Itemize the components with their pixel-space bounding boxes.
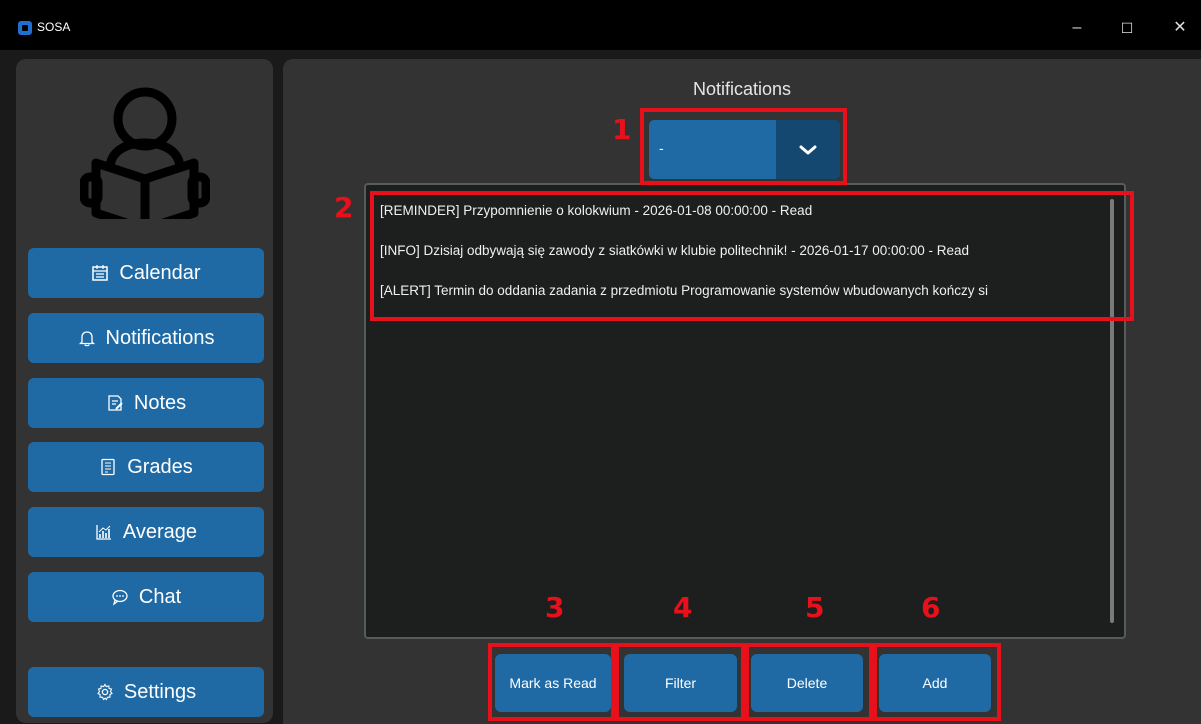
list-item[interactable]: [INFO] Dzisiaj odbywają się zawody z sia…	[380, 243, 1092, 258]
sidebar-item-notes[interactable]: Notes	[28, 378, 264, 428]
list-item[interactable]: [ALERT] Termin do oddania zadania z prze…	[380, 283, 1092, 298]
sidebar: Calendar Notifications Notes Grades Aver…	[16, 59, 273, 723]
sidebar-item-label: Chat	[138, 585, 182, 608]
minimize-button[interactable]: –	[1057, 14, 1097, 42]
note-icon	[108, 395, 123, 411]
list-item[interactable]: [REMINDER] Przypomnienie o kolokwium - 2…	[380, 203, 1092, 218]
title-bar: SOSA – ☐ ✕	[0, 0, 1201, 50]
dropdown-toggle[interactable]	[776, 120, 840, 179]
sidebar-item-calendar[interactable]: Calendar	[28, 248, 264, 298]
sidebar-item-settings[interactable]: Settings	[28, 667, 264, 717]
annotation-number-6: 6	[921, 591, 941, 624]
bell-icon	[78, 331, 95, 347]
filter-dropdown[interactable]: -	[649, 120, 840, 179]
maximize-button[interactable]: ☐	[1107, 14, 1147, 42]
close-button[interactable]: ✕	[1160, 14, 1200, 42]
sidebar-item-label: Settings	[123, 680, 197, 703]
sidebar-item-label: Notes	[133, 391, 187, 414]
delete-button[interactable]: Delete	[751, 654, 863, 712]
main-panel: Notifications - [REMINDER] Przypomnienie…	[283, 59, 1201, 724]
sidebar-item-average[interactable]: Average	[28, 507, 264, 557]
window-title: SOSA	[37, 20, 71, 34]
sidebar-item-label: Average	[122, 520, 198, 543]
app-icon	[18, 21, 32, 35]
annotation-number-1: 1	[612, 113, 632, 146]
sidebar-item-label: Grades	[127, 455, 193, 478]
add-button[interactable]: Add	[879, 654, 991, 712]
notifications-list[interactable]: [REMINDER] Przypomnienie o kolokwium - 2…	[364, 183, 1126, 639]
chevron-down-icon	[799, 145, 817, 154]
sidebar-item-notifications[interactable]: Notifications	[28, 313, 264, 363]
reader-logo-icon	[80, 87, 210, 219]
annotation-number-3: 3	[545, 591, 565, 624]
calendar-icon	[92, 265, 109, 281]
chart-icon	[96, 525, 111, 540]
filter-button[interactable]: Filter	[624, 654, 737, 712]
dropdown-value[interactable]: -	[649, 120, 776, 179]
page-title: Notifications	[692, 79, 792, 99]
sidebar-item-label: Notifications	[105, 326, 215, 349]
annotation-number-5: 5	[805, 591, 825, 624]
annotation-number-4: 4	[673, 591, 693, 624]
chat-icon	[112, 589, 128, 606]
mark-as-read-button[interactable]: Mark as Read	[495, 654, 611, 712]
sidebar-item-grades[interactable]: Grades	[28, 442, 264, 492]
sidebar-item-label: Calendar	[119, 261, 201, 284]
scrollbar[interactable]	[1110, 199, 1114, 623]
document-icon	[101, 458, 115, 476]
sidebar-item-chat[interactable]: Chat	[28, 572, 264, 622]
gear-icon	[97, 683, 113, 701]
annotation-number-2: 2	[334, 191, 354, 224]
